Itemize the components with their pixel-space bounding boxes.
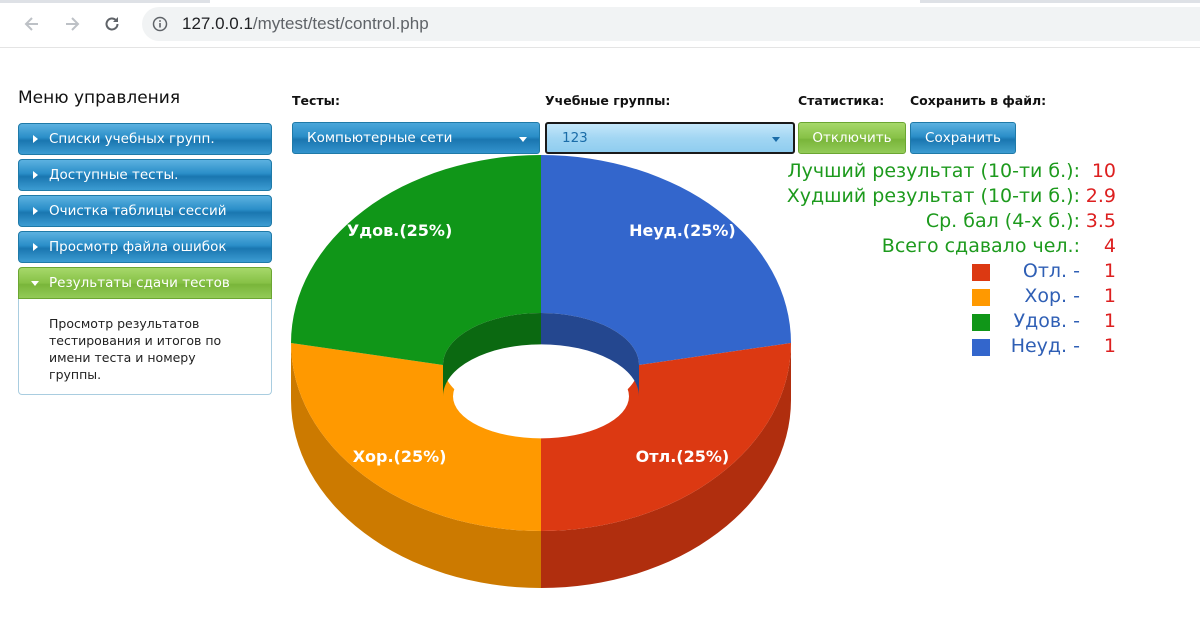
stat-total-value: 4 — [1103, 235, 1116, 257]
legend-label: Отл. - — [1022, 260, 1080, 282]
reload-icon[interactable] — [100, 12, 124, 36]
stats-panel: Лучший результат (10-ти б.): 10 Худший ре… — [640, 160, 1120, 360]
stat-total: Всего сдавало чел.: 4 — [640, 235, 1120, 260]
triangle-right-icon — [33, 171, 38, 179]
triangle-right-icon — [33, 135, 38, 143]
triangle-right-icon — [33, 243, 38, 251]
triangle-down-icon — [31, 281, 39, 286]
legend-value: 1 — [1103, 285, 1116, 307]
stat-average: Ср. бал (4-х б.): 3.5 — [640, 210, 1120, 235]
menu-title: Меню управления — [18, 88, 181, 108]
menu-item-label: Просмотр файла ошибок — [49, 239, 227, 255]
stat-best-label: Лучший результат (10-ти б.): — [787, 160, 1080, 182]
menu-item-label: Результаты сдачи тестов — [49, 275, 230, 291]
legend-item-excellent: Отл. - 1 — [640, 260, 1120, 285]
info-icon[interactable] — [152, 16, 168, 36]
stat-best: Лучший результат (10-ти б.): 10 — [640, 160, 1120, 185]
stats-label: Статистика: — [798, 93, 885, 108]
stat-worst: Худший результат (10-ти б.): 2.9 — [640, 185, 1120, 210]
legend-swatch — [972, 314, 990, 331]
legend-value: 1 — [1103, 310, 1116, 332]
triangle-right-icon — [33, 207, 38, 215]
slice-label-Хор.: Хор.(25%) — [353, 447, 447, 466]
groups-label: Учебные группы: — [545, 93, 671, 108]
legend-swatch — [972, 289, 990, 306]
menu-item-label: Очистка таблицы сессий — [49, 203, 227, 219]
menu-item-available-tests[interactable]: Доступные тесты. — [18, 159, 272, 191]
legend-item-good: Хор. - 1 — [640, 285, 1120, 310]
url-text[interactable]: 127.0.0.1/mytest/test/control.php — [182, 14, 429, 34]
legend-label: Хор. - — [1024, 285, 1080, 307]
tests-label: Тесты: — [292, 93, 340, 108]
stats-toggle-button[interactable]: Отключить — [798, 122, 906, 154]
save-button[interactable]: Сохранить — [910, 122, 1016, 154]
menu-item-clear-sessions[interactable]: Очистка таблицы сессий — [18, 195, 272, 227]
menu-item-group-lists[interactable]: Списки учебных групп. — [18, 123, 272, 155]
menu-item-error-log[interactable]: Просмотр файла ошибок — [18, 231, 272, 263]
slice-label-Удов.: Удов.(25%) — [347, 221, 452, 240]
tab-strip — [0, 0, 1200, 3]
address-bar[interactable]: 127.0.0.1/mytest/test/control.php — [142, 7, 1200, 41]
chevron-down-icon — [519, 137, 527, 142]
menu-item-label: Списки учебных групп. — [49, 131, 215, 147]
tests-select-value: Компьютерные сети — [307, 130, 453, 146]
stat-best-value: 10 — [1091, 160, 1116, 182]
legend-label: Неуд. - — [1010, 335, 1080, 357]
stat-worst-label: Худший результат (10-ти б.): — [786, 185, 1080, 207]
stat-average-label: Ср. бал (4-х б.): — [925, 210, 1080, 232]
back-icon[interactable] — [20, 12, 44, 36]
menu-panel-description: Просмотр результатов тестирования и итог… — [18, 299, 272, 395]
legend-swatch — [972, 264, 990, 281]
legend-item-satisfactory: Удов. - 1 — [640, 310, 1120, 335]
groups-select-value: 123 — [562, 130, 588, 146]
legend-value: 1 — [1103, 260, 1116, 282]
legend-item-fail: Неуд. - 1 — [640, 335, 1120, 360]
donut-hole — [453, 354, 629, 439]
legend-label: Удов. - — [1013, 310, 1080, 332]
menu-item-label: Доступные тесты. — [49, 167, 179, 183]
menu-item-test-results[interactable]: Результаты сдачи тестов — [18, 267, 272, 299]
slice-label-Отл.: Отл.(25%) — [636, 447, 730, 466]
legend-swatch — [972, 339, 990, 356]
stat-worst-value: 2.9 — [1085, 185, 1116, 207]
stat-average-value: 3.5 — [1085, 210, 1116, 232]
browser-toolbar: 127.0.0.1/mytest/test/control.php — [0, 0, 1200, 48]
legend-value: 1 — [1103, 335, 1116, 357]
url-path: /mytest/test/control.php — [252, 14, 429, 33]
forward-icon[interactable] — [60, 12, 84, 36]
chevron-down-icon — [772, 137, 780, 142]
save-label: Сохранить в файл: — [910, 93, 1047, 108]
url-host: 127.0.0.1 — [182, 14, 253, 33]
stat-total-label: Всего сдавало чел.: — [881, 235, 1080, 257]
control-menu: Списки учебных групп. Доступные тесты. О… — [18, 123, 272, 395]
